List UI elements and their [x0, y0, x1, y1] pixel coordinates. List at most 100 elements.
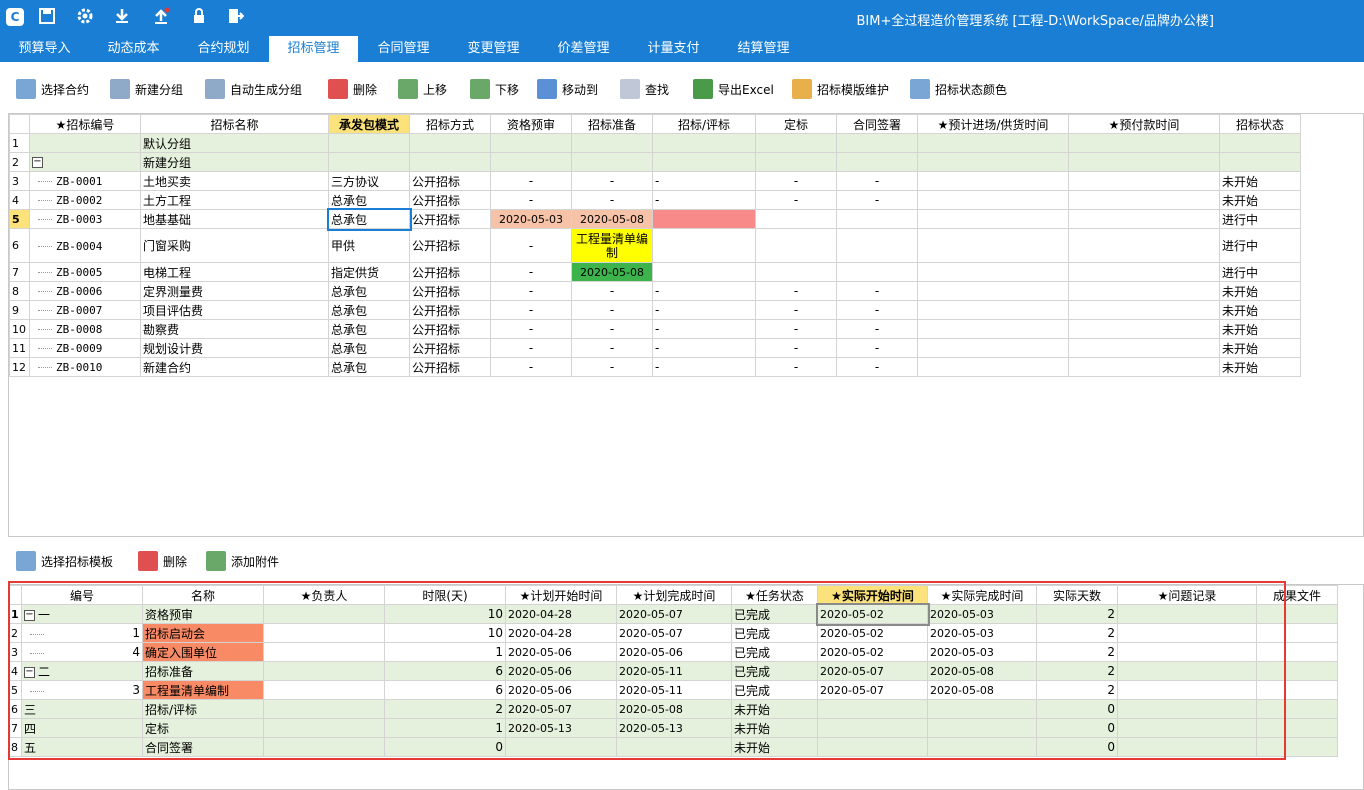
grid1-cell-c1[interactable]: - [490, 300, 572, 320]
grid2-cell-code[interactable]: 五 [21, 737, 143, 757]
grid1-cell-c3[interactable] [652, 228, 756, 263]
grid2-cell-st[interactable]: 未开始 [731, 718, 818, 738]
grid2-cell-days[interactable]: 2 [1036, 661, 1118, 681]
grid2-cell-st[interactable]: 已完成 [731, 642, 818, 662]
grid2-cell-code[interactable]: − 一 [21, 604, 143, 624]
grid2-cell-ps[interactable] [505, 737, 617, 757]
grid1-cell-pay[interactable] [1068, 171, 1220, 191]
table-row[interactable]: 9 ZB-0007 项目评估费 总承包 公开招标 - - - - - 未开始 [9, 300, 1301, 320]
grid1-cell-name[interactable]: 地基基础 [140, 209, 329, 229]
grid2-cell-days[interactable]: 2 [1036, 604, 1118, 624]
grid2-cell-owner[interactable] [263, 623, 385, 643]
grid2-cell-days[interactable]: 2 [1036, 642, 1118, 662]
grid1-cell-c4[interactable] [755, 209, 837, 229]
grid1-cell-c1[interactable]: - [490, 228, 572, 263]
grid1-cell-c3[interactable]: - [652, 319, 756, 339]
grid1-cell-c3[interactable] [652, 152, 756, 172]
grid2-cell-pe[interactable]: 2020-05-08 [616, 699, 732, 719]
grid1-cell-c5[interactable]: - [836, 300, 918, 320]
grid1-cell-pre[interactable] [917, 338, 1069, 358]
grid1-cell-method[interactable] [409, 152, 491, 172]
grid1-cell-c5[interactable] [836, 152, 918, 172]
grid2-cell-code[interactable]: 四 [21, 718, 143, 738]
grid1-header-6[interactable]: 招标/评标 [652, 114, 756, 134]
grid1-cell-pre[interactable] [917, 209, 1069, 229]
grid1-cell-pay[interactable] [1068, 209, 1220, 229]
grid1-cell-pre[interactable] [917, 319, 1069, 339]
grid1-header-3[interactable]: 招标方式 [409, 114, 491, 134]
table-row[interactable]: 2 1 招标启动会 10 2020-04-28 2020-05-07 已完成 2020-05-… [9, 623, 1338, 643]
grid1-cell-c2[interactable]: - [571, 319, 653, 339]
grid1-cell-mode[interactable]: 总承包 [328, 190, 410, 210]
grid1-cell-c3[interactable]: - [652, 190, 756, 210]
grid1-cell-c5[interactable] [836, 262, 918, 282]
grid1-cell-code[interactable]: ZB-0003 [29, 209, 141, 229]
grid1-cell-mode[interactable]: 三方协议 [328, 171, 410, 191]
grid2-cell-ae[interactable]: 2020-05-03 [927, 623, 1037, 643]
toolbar1-button-8[interactable]: 导出Excel [693, 77, 774, 101]
table-row[interactable]: 8 ZB-0006 定界测量费 总承包 公开招标 - - - - - 未开始 [9, 281, 1301, 301]
grid1-cell-c3[interactable]: - [652, 281, 756, 301]
grid2-cell-issue[interactable] [1117, 680, 1257, 700]
grid1-cell-name[interactable]: 勘察费 [140, 319, 329, 339]
tab-5[interactable]: 变更管理 [449, 36, 538, 62]
table-row[interactable]: 2− 新建分组 [9, 152, 1301, 172]
grid1-cell-status[interactable] [1219, 152, 1301, 172]
grid1-cell-pre[interactable] [917, 228, 1069, 263]
table-row[interactable]: 4 ZB-0002 土方工程 总承包 公开招标 - - - - - 未开始 [9, 190, 1301, 210]
grid2-header-7[interactable]: ★实际开始时间 [817, 585, 928, 605]
grid2-cell-issue[interactable] [1117, 623, 1257, 643]
grid1-cell-c3[interactable] [652, 262, 756, 282]
grid1-cell-c3[interactable]: - [652, 300, 756, 320]
table-row[interactable]: 4− 二招标准备 6 2020-05-06 2020-05-11 已完成 2020-05-0… [9, 661, 1338, 681]
grid1-cell-method[interactable]: 公开招标 [409, 338, 491, 358]
grid1-cell-c5[interactable] [836, 228, 918, 263]
grid2-cell-days[interactable]: 0 [1036, 737, 1118, 757]
grid1-cell-c1[interactable]: - [490, 357, 572, 377]
grid2-cell-pe[interactable]: 2020-05-13 [616, 718, 732, 738]
toolbar1-button-3[interactable]: 删除 [328, 77, 377, 101]
table-row[interactable]: 7 ZB-0005 电梯工程 指定供货 公开招标 -2020-05-08 进行中 [9, 262, 1301, 282]
grid2-header-8[interactable]: ★实际完成时间 [927, 585, 1037, 605]
grid2-cell-code[interactable]: 3 [21, 680, 143, 700]
grid2-cell-ps[interactable]: 2020-05-13 [505, 718, 617, 738]
grid2-cell-issue[interactable] [1117, 699, 1257, 719]
grid2-cell-st[interactable]: 已完成 [731, 604, 818, 624]
grid2-cell-pe[interactable]: 2020-05-07 [616, 623, 732, 643]
grid1-cell-c2[interactable]: - [571, 357, 653, 377]
grid2-header-5[interactable]: ★计划完成时间 [616, 585, 732, 605]
grid1-cell-mode[interactable] [328, 133, 410, 153]
grid2-cell-as[interactable]: 2020-05-02 [815, 602, 930, 626]
grid1-cell-name[interactable]: 土方工程 [140, 190, 329, 210]
grid1-cell-c4[interactable]: - [755, 357, 837, 377]
grid1-cell-name[interactable]: 电梯工程 [140, 262, 329, 282]
toolbar1-button-9[interactable]: 招标模版维护 [792, 77, 889, 101]
grid1-header-9[interactable]: ★预计进场/供货时间 [917, 114, 1069, 134]
grid2-cell-pe[interactable]: 2020-05-06 [616, 642, 732, 662]
save-icon[interactable] [36, 7, 58, 29]
grid1-cell-pre[interactable] [917, 357, 1069, 377]
grid2-cell-ps[interactable]: 2020-05-06 [505, 642, 617, 662]
grid2-cell-ps[interactable]: 2020-05-06 [505, 661, 617, 681]
table-row[interactable]: 3 4 确定入围单位 1 2020-05-06 2020-05-06 已完成 2020-05-… [9, 642, 1338, 662]
grid1-header-8[interactable]: 合同签署 [836, 114, 918, 134]
grid2-cell-st[interactable]: 未开始 [731, 699, 818, 719]
grid1-cell-status[interactable]: 未开始 [1219, 338, 1301, 358]
toolbar1-button-2[interactable]: 自动生成分组 [205, 77, 302, 101]
grid1-cell-pre[interactable] [917, 171, 1069, 191]
table-row[interactable]: 12 ZB-0010 新建合约 总承包 公开招标 - - - - - 未开始 [9, 357, 1301, 377]
grid1-cell-c4[interactable]: - [755, 319, 837, 339]
grid1-cell-c4[interactable]: - [755, 300, 837, 320]
grid2-cell-name[interactable]: 招标准备 [142, 661, 264, 681]
table-row[interactable]: 5 ZB-0003 地基基础 总承包 公开招标 2020-05-03 2020-05-08 进… [9, 207, 1301, 231]
grid2-cell-file[interactable] [1256, 680, 1338, 700]
grid1-cell-c1[interactable]: - [490, 262, 572, 282]
grid2-cell-days[interactable]: 0 [1036, 718, 1118, 738]
grid2-cell-ps[interactable]: 2020-04-28 [505, 623, 617, 643]
grid1-header-4[interactable]: 资格预审 [490, 114, 572, 134]
grid1-cell-c2[interactable]: - [571, 281, 653, 301]
grid1-cell-code[interactable]: ZB-0009 [29, 338, 141, 358]
grid1-cell-status[interactable]: 进行中 [1219, 228, 1301, 263]
grid2-cell-code[interactable]: 三 [21, 699, 143, 719]
table-row[interactable]: 11 ZB-0009 规划设计费 总承包 公开招标 - - - - - 未开始 [9, 338, 1301, 358]
